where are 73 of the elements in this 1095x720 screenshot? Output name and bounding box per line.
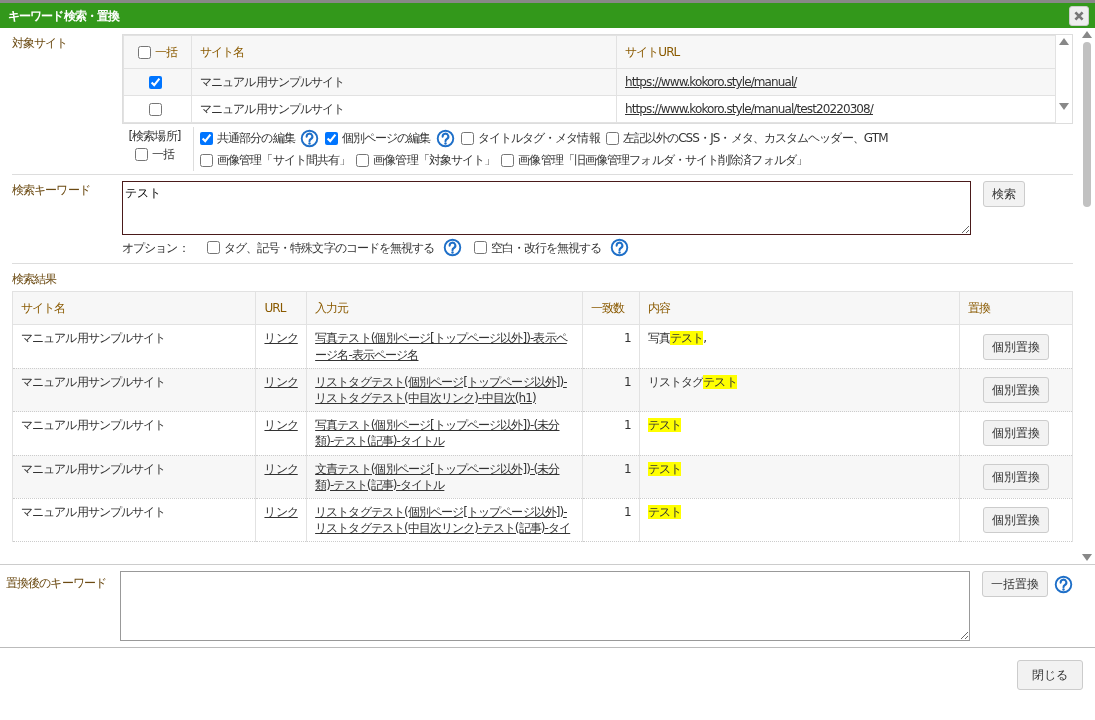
column-header: 一致数 [582, 291, 640, 325]
checkbox[interactable] [460, 131, 474, 145]
column-header: サイト名 [191, 35, 617, 69]
checkbox-label: 左記以外のCSS・JS・メタ、カスタムヘッダー、GTM [622, 130, 888, 148]
replace-all-button[interactable]: 一括置換 [982, 571, 1048, 597]
checkbox[interactable] [200, 153, 213, 167]
replace-button[interactable]: 個別置換 [983, 420, 1050, 447]
close-button[interactable]: 閉じる [1017, 660, 1083, 690]
options-label: オプション： [122, 239, 189, 257]
help-icon[interactable] [609, 238, 629, 258]
checkbox[interactable] [473, 241, 487, 255]
help-icon[interactable] [299, 128, 319, 148]
replacement-field[interactable] [120, 571, 970, 641]
column-header: URL [255, 291, 307, 325]
table-cell: テスト [647, 461, 682, 476]
checkbox-label: 画像管理「サイト間共有」 [217, 152, 351, 170]
table-cell: 1 [582, 368, 640, 412]
section-label: [検索場所] [127, 128, 182, 146]
checkbox-label: タイトルタグ・メタ情報 [477, 130, 600, 148]
column-header: 置換 [959, 291, 1073, 325]
search-button[interactable]: 検索 [983, 181, 1025, 208]
table-cell: マニュアル用サンプルサイト [12, 368, 256, 412]
checkbox-label: タグ、記号・特殊文字のコードを無視する [223, 239, 435, 257]
scroll-up-icon[interactable] [1059, 38, 1070, 45]
site-url-link[interactable]: https://www.kokoro.style/manual/ [625, 75, 797, 89]
checkbox[interactable] [137, 46, 151, 59]
help-icon[interactable] [435, 128, 455, 148]
scroll-down-icon[interactable] [1059, 103, 1070, 111]
table-cell: 写真テスト, [647, 331, 707, 346]
section-label: 対象サイト [12, 35, 69, 52]
replace-button[interactable]: 個別置換 [983, 333, 1050, 360]
table-cell: 1 [582, 498, 640, 542]
table-cell: テスト [647, 418, 682, 433]
checkbox-label: 個別ページの編集 [341, 130, 431, 148]
window-title: キーワード検索・置換 [7, 7, 119, 25]
table-cell: マニュアル用サンプルサイト [12, 455, 256, 499]
column-header: 内容 [639, 291, 960, 325]
checkbox[interactable] [200, 131, 213, 145]
scroll-up-icon[interactable] [1082, 31, 1092, 38]
section-label: 検索キーワード [12, 182, 91, 200]
column-header: 入力元 [306, 291, 583, 325]
checkbox[interactable] [206, 241, 220, 255]
column-header: サイトURL [616, 35, 1056, 69]
replace-button[interactable]: 個別置換 [983, 376, 1050, 403]
section-label: 検索結果 [12, 271, 58, 289]
close-icon[interactable] [1069, 5, 1089, 26]
table-cell: テスト [647, 504, 682, 519]
checkbox[interactable] [501, 153, 515, 167]
replace-button[interactable]: 個別置換 [983, 507, 1050, 534]
checkbox[interactable] [149, 76, 162, 89]
table-cell: マニュアル用サンプルサイト [191, 95, 617, 123]
scroll-thumb[interactable] [1083, 42, 1091, 207]
checkbox-label: 画像管理「旧画像管理フォルダ・サイト削除済フォルダ」 [518, 152, 807, 170]
checkbox-label: 一括 [151, 146, 175, 164]
section-label: 置換後のキーワード [6, 575, 107, 592]
column-header: サイト名 [12, 291, 256, 325]
checkbox[interactable] [605, 131, 619, 145]
checkbox[interactable] [134, 147, 148, 161]
checkbox[interactable] [356, 153, 370, 167]
help-icon[interactable] [1054, 574, 1073, 594]
checkbox-label: 一括 [154, 45, 178, 59]
checkbox[interactable] [324, 131, 338, 145]
replace-button[interactable]: 個別置換 [983, 463, 1050, 490]
checkbox[interactable] [149, 103, 162, 117]
help-icon[interactable] [442, 238, 462, 258]
checkbox-label: 空白・改行を無視する [490, 239, 602, 257]
table-cell: 1 [582, 455, 640, 499]
checkbox-label: 画像管理「対象サイト」 [373, 152, 496, 170]
scroll-down-icon[interactable] [1082, 554, 1092, 561]
table-cell: マニュアル用サンプルサイト [191, 68, 617, 96]
table-cell: マニュアル用サンプルサイト [12, 498, 256, 542]
checkbox-label: 共通部分の編集 [217, 130, 295, 148]
keyword-field[interactable]: テスト [122, 181, 971, 236]
